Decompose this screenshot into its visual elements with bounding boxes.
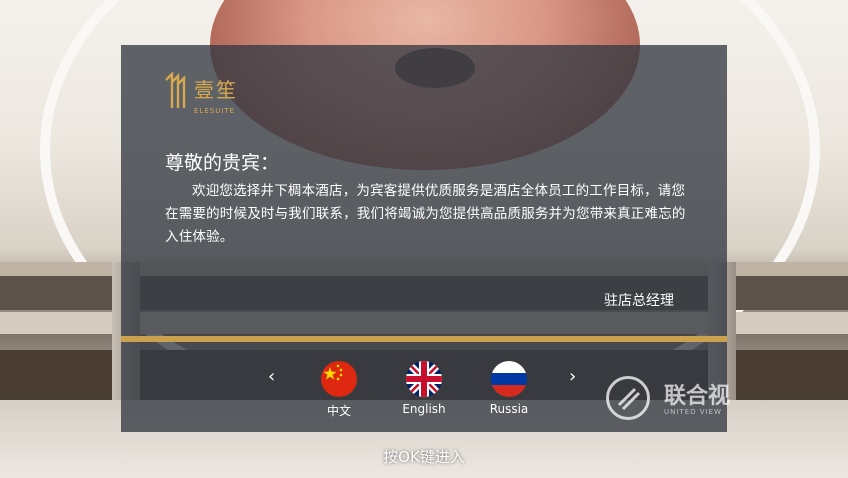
watermark-text: 联合视 — [664, 384, 731, 409]
language-label-english[interactable]: English — [384, 402, 464, 416]
welcome-message: 欢迎您选择井下椆本酒店，为宾客提供优质服务是酒店全体员工的工作目标，请您在需要的… — [165, 183, 686, 245]
language-label-russia[interactable]: Russia — [469, 402, 549, 416]
united-view-logo-icon — [606, 376, 650, 420]
chevron-left-icon[interactable]: ‹ — [268, 366, 275, 387]
watermark: 联合视 UNITED VIEW — [606, 372, 836, 424]
language-label-chinese[interactable]: 中文 — [299, 402, 379, 419]
china-flag-icon[interactable] — [321, 361, 357, 397]
logo-chinese-name: 壹笙 — [194, 78, 238, 102]
hotel-logo: 壹笙 ELESUITE — [164, 72, 244, 120]
russia-flag-icon[interactable] — [491, 361, 527, 397]
logo-english-name: ELESUITE — [194, 107, 236, 115]
uk-flag-icon[interactable] — [406, 361, 442, 397]
enter-hint: 按OK键进入 — [383, 448, 465, 466]
greeting-heading: 尊敬的贵宾： — [165, 152, 280, 174]
watermark-subtext: UNITED VIEW — [664, 408, 722, 416]
chevron-right-icon[interactable]: › — [569, 366, 576, 387]
divider-bar — [121, 336, 727, 342]
hotel-logo-icon — [165, 72, 186, 108]
signature: 驻店总经理 — [604, 293, 674, 309]
